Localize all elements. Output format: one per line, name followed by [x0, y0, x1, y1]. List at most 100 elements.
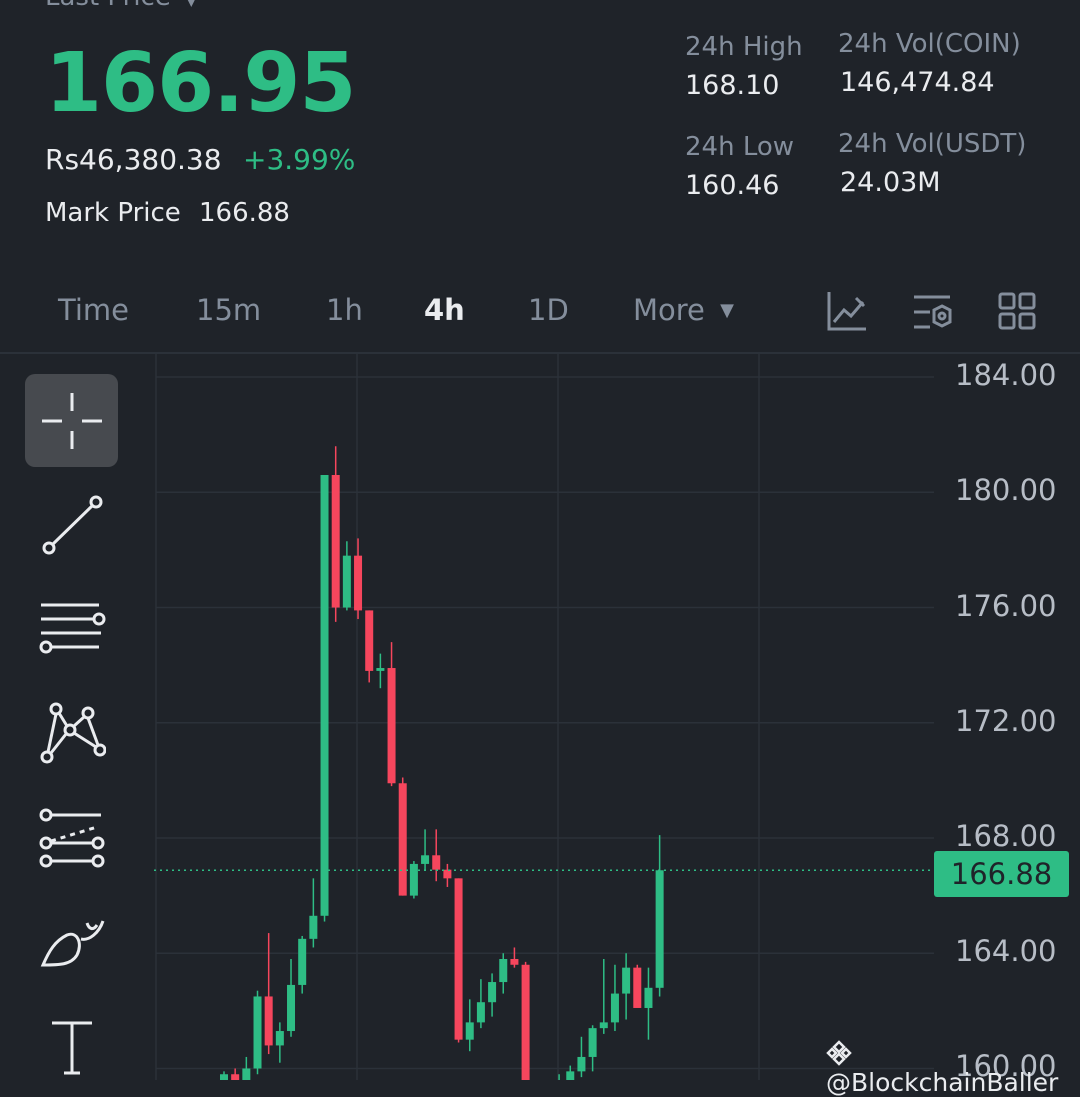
candle-body: [644, 987, 653, 1008]
candle: [409, 861, 418, 899]
fib-lines-tool[interactable]: [25, 790, 118, 883]
candle: [488, 973, 497, 1017]
candle: [264, 933, 273, 1055]
candle-body: [499, 959, 508, 983]
candle: [510, 947, 519, 968]
candle: [599, 959, 608, 1034]
candle: [633, 964, 642, 1008]
candle-body: [231, 1074, 240, 1080]
candle: [309, 878, 318, 948]
layout-grid-icon[interactable]: [998, 292, 1036, 334]
last-price: 166.95: [45, 36, 356, 131]
candle: [376, 653, 385, 689]
change-percent: +3.99%: [243, 143, 356, 176]
candle: [476, 979, 485, 1029]
candle-body: [264, 996, 273, 1046]
candle-body: [220, 1074, 228, 1080]
trend-line-tool[interactable]: [25, 478, 118, 571]
current-price-tag: 166.88: [934, 851, 1069, 897]
mark-price-label: Mark Price: [45, 198, 181, 228]
fib-lines-icon: [39, 808, 104, 867]
candle-body: [465, 1022, 474, 1040]
vol-usdt-label: 24h Vol(USDT): [838, 129, 1027, 159]
candle: [558, 1074, 560, 1080]
candle-body: [387, 668, 396, 784]
candle-body: [242, 1068, 251, 1080]
candle-body: [421, 855, 430, 864]
candle-body: [633, 967, 642, 1008]
candle-body: [398, 783, 407, 896]
candle: [454, 878, 463, 1043]
candle-body: [365, 610, 374, 671]
candle-body: [610, 993, 619, 1023]
candle: [387, 642, 396, 787]
candlestick-series: [220, 446, 664, 1080]
candle-body: [331, 475, 340, 608]
candle-body: [599, 1022, 608, 1029]
candle: [622, 953, 631, 1020]
crosshair-tool[interactable]: [25, 374, 118, 467]
last-price-label[interactable]: Last Price ▼: [45, 0, 197, 12]
candle: [242, 1056, 251, 1080]
chevron-down-icon: ▼: [720, 300, 734, 321]
indicator-chart-icon[interactable]: [826, 290, 868, 336]
vol-coin-label: 24h Vol(COIN): [838, 29, 1021, 59]
price-chart[interactable]: [0, 354, 1080, 1080]
low-24h-value: 160.46: [685, 170, 780, 201]
y-tick-label: 180.00: [955, 473, 1057, 508]
crosshair-icon: [41, 392, 102, 449]
candle-body: [342, 555, 351, 608]
vol-usdt-value: 24.03M: [840, 167, 941, 198]
high-24h-value: 168.10: [685, 70, 780, 101]
pattern-tool[interactable]: [25, 686, 118, 779]
candle: [220, 1071, 228, 1080]
tab-15m[interactable]: 15m: [196, 293, 261, 327]
tab-1h[interactable]: 1h: [326, 293, 363, 327]
candle-body: [521, 964, 530, 1080]
candle: [610, 964, 619, 1032]
high-24h-label: 24h High: [685, 32, 803, 62]
y-tick-label: 176.00: [955, 588, 1057, 623]
low-24h-label: 24h Low: [685, 132, 795, 162]
candle: [253, 990, 262, 1075]
candle-body: [309, 915, 318, 939]
y-tick-label: 168.00: [955, 819, 1057, 853]
candle: [644, 967, 653, 1040]
last-price-label-text: Last Price: [45, 0, 171, 12]
horizontal-lines-tool[interactable]: [25, 582, 118, 675]
text-tool[interactable]: [25, 1000, 118, 1093]
tab-more[interactable]: More ▼: [633, 293, 734, 327]
candle-body: [510, 959, 519, 965]
candle-body: [588, 1028, 597, 1057]
pattern-icon: [40, 702, 106, 763]
candle-body: [622, 967, 631, 994]
trend-line-icon: [42, 495, 102, 554]
candle-body: [476, 1002, 485, 1023]
chart-settings-icon[interactable]: [912, 292, 954, 336]
candle-body: [298, 938, 307, 985]
candle: [398, 777, 407, 896]
chart-horizontal-grid: [156, 376, 934, 1070]
y-tick-label: 164.00: [955, 934, 1057, 969]
brush-tool[interactable]: [25, 894, 118, 987]
candle-body: [287, 984, 296, 1032]
candle-body: [566, 1071, 575, 1080]
candle: [443, 863, 452, 887]
y-tick-label: 184.00: [955, 358, 1057, 393]
binance-diamond-icon: [826, 1039, 852, 1068]
candle: [499, 953, 508, 994]
candle: [521, 961, 530, 1080]
candle-body: [409, 863, 418, 896]
candle-body: [577, 1056, 586, 1072]
candle-body: [432, 855, 441, 870]
tab-time[interactable]: Time: [58, 293, 129, 327]
brush-icon: [40, 919, 104, 967]
vol-coin-value: 146,474.84: [840, 67, 995, 98]
candle: [655, 835, 664, 997]
candle: [421, 829, 430, 870]
candle-body: [253, 996, 262, 1069]
tab-1d[interactable]: 1D: [528, 293, 569, 327]
candle: [275, 1022, 284, 1063]
candle-body: [320, 475, 329, 916]
tab-4h[interactable]: 4h: [424, 293, 465, 327]
